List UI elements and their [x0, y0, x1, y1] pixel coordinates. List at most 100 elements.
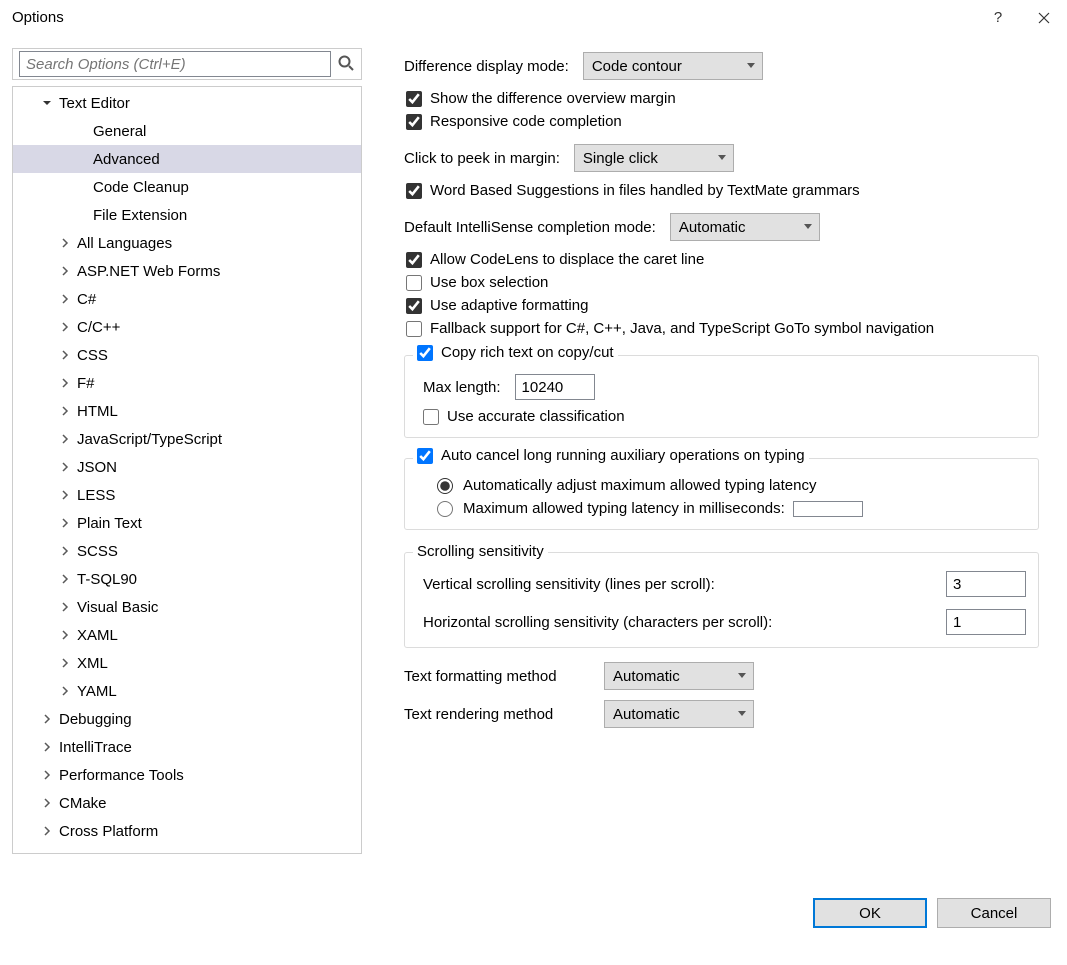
expand-closed-icon[interactable] [57, 347, 73, 363]
chk-box[interactable] [406, 275, 422, 291]
tree-item-html[interactable]: HTML [13, 397, 361, 425]
expand-closed-icon [73, 123, 89, 139]
expand-closed-icon [73, 207, 89, 223]
vscroll-label: Vertical scrolling sensitivity (lines pe… [423, 576, 715, 593]
search-box[interactable] [12, 48, 362, 80]
expand-closed-icon[interactable] [57, 375, 73, 391]
expand-closed-icon[interactable] [39, 795, 55, 811]
diffmode-select[interactable]: Code contour [583, 52, 763, 80]
chk-adaptive[interactable] [406, 298, 422, 314]
tree-item-file-extension[interactable]: File Extension [13, 201, 361, 229]
expand-closed-icon[interactable] [39, 711, 55, 727]
expand-closed-icon[interactable] [57, 263, 73, 279]
render-select[interactable]: Automatic [604, 700, 754, 728]
diffmode-label: Difference display mode: [404, 58, 569, 75]
expand-closed-icon[interactable] [57, 515, 73, 531]
tree-item-asp-net-web-forms[interactable]: ASP.NET Web Forms [13, 257, 361, 285]
tree-item-yaml[interactable]: YAML [13, 677, 361, 705]
left-panel: Text EditorGeneralAdvancedCode CleanupFi… [12, 48, 362, 854]
expand-open-icon[interactable] [39, 95, 55, 111]
tree-item-scss[interactable]: SCSS [13, 537, 361, 565]
fmt-select[interactable]: Automatic [604, 662, 754, 690]
help-button[interactable]: ? [975, 0, 1021, 36]
chk-codelens[interactable] [406, 252, 422, 268]
expand-closed-icon[interactable] [57, 571, 73, 587]
hscroll-label: Horizontal scrolling sensitivity (charac… [423, 614, 772, 631]
tree-item-f-[interactable]: F# [13, 369, 361, 397]
chk-copy-rich[interactable] [417, 345, 433, 361]
tree-item-t-sql90[interactable]: T-SQL90 [13, 565, 361, 593]
tree-item-c-[interactable]: C# [13, 285, 361, 313]
tree-item-json[interactable]: JSON [13, 453, 361, 481]
render-label: Text rendering method [404, 706, 604, 723]
tree-item-code-cleanup[interactable]: Code Cleanup [13, 173, 361, 201]
expand-closed-icon[interactable] [57, 543, 73, 559]
expand-closed-icon[interactable] [57, 599, 73, 615]
window-title: Options [12, 9, 975, 26]
expand-closed-icon[interactable] [39, 767, 55, 783]
tree-item-performance-tools[interactable]: Performance Tools [13, 761, 361, 789]
tree-item-advanced[interactable]: Advanced [13, 145, 361, 173]
fmt-label: Text formatting method [404, 668, 604, 685]
maxlen-input[interactable] [515, 374, 595, 400]
tree-item-all-languages[interactable]: All Languages [13, 229, 361, 257]
expand-closed-icon[interactable] [57, 655, 73, 671]
search-input[interactable] [19, 51, 331, 77]
expand-closed-icon[interactable] [39, 739, 55, 755]
expand-closed-icon[interactable] [39, 823, 55, 839]
tree-item-intellitrace[interactable]: IntelliTrace [13, 733, 361, 761]
intelli-label: Default IntelliSense completion mode: [404, 219, 656, 236]
chk-accurate[interactable] [423, 409, 439, 425]
expand-closed-icon[interactable] [57, 235, 73, 251]
maxlen-label: Max length: [423, 379, 501, 396]
expand-closed-icon[interactable] [57, 431, 73, 447]
expand-closed-icon[interactable] [57, 319, 73, 335]
intelli-select[interactable]: Automatic [670, 213, 820, 241]
chk-overview[interactable] [406, 91, 422, 107]
vscroll-input[interactable] [946, 571, 1026, 597]
chk-responsive[interactable] [406, 114, 422, 130]
tree-text-editor[interactable]: Text Editor [13, 89, 361, 117]
tree-item-general[interactable]: General [13, 117, 361, 145]
peek-label: Click to peek in margin: [404, 150, 560, 167]
tree-item-cross-platform[interactable]: Cross Platform [13, 817, 361, 845]
chk-fallback[interactable] [406, 321, 422, 337]
tree-item-css[interactable]: CSS [13, 341, 361, 369]
expand-closed-icon[interactable] [57, 403, 73, 419]
group-copy-rich: Copy rich text on copy/cut Max length: U… [404, 355, 1039, 438]
expand-closed-icon [73, 179, 89, 195]
search-icon [337, 54, 355, 76]
tree-item-visual-basic[interactable]: Visual Basic [13, 593, 361, 621]
radio-auto-latency[interactable] [437, 478, 453, 494]
cancel-button[interactable]: Cancel [937, 898, 1051, 928]
chk-wordbased[interactable] [406, 183, 422, 199]
nav-tree[interactable]: Text EditorGeneralAdvancedCode CleanupFi… [12, 86, 362, 854]
expand-closed-icon[interactable] [57, 459, 73, 475]
tree-item-javascript-typescript[interactable]: JavaScript/TypeScript [13, 425, 361, 453]
hscroll-input[interactable] [946, 609, 1026, 635]
radio-manual-latency[interactable] [437, 501, 453, 517]
tree-item-less[interactable]: LESS [13, 481, 361, 509]
close-icon [1038, 12, 1050, 24]
dialog-footer: OK Cancel [0, 898, 1067, 928]
tree-item-xaml[interactable]: XAML [13, 621, 361, 649]
tree-item-cmake[interactable]: CMake [13, 789, 361, 817]
ok-button[interactable]: OK [813, 898, 927, 928]
group-scroll: Scrolling sensitivity Vertical scrolling… [404, 552, 1039, 648]
title-bar: Options ? [0, 0, 1067, 36]
expand-closed-icon[interactable] [57, 487, 73, 503]
expand-closed-icon [73, 151, 89, 167]
expand-closed-icon[interactable] [57, 291, 73, 307]
close-button[interactable] [1021, 0, 1067, 36]
group-auto-cancel: Auto cancel long running auxiliary opera… [404, 458, 1039, 530]
expand-closed-icon[interactable] [57, 683, 73, 699]
peek-select[interactable]: Single click [574, 144, 734, 172]
tree-item-debugging[interactable]: Debugging [13, 705, 361, 733]
expand-closed-icon[interactable] [57, 627, 73, 643]
chk-auto-cancel[interactable] [417, 448, 433, 464]
settings-panel: Difference display mode: Code contour Sh… [374, 48, 1055, 854]
tree-item-c-c-[interactable]: C/C++ [13, 313, 361, 341]
tree-item-plain-text[interactable]: Plain Text [13, 509, 361, 537]
tree-item-xml[interactable]: XML [13, 649, 361, 677]
latency-input[interactable] [793, 501, 863, 517]
